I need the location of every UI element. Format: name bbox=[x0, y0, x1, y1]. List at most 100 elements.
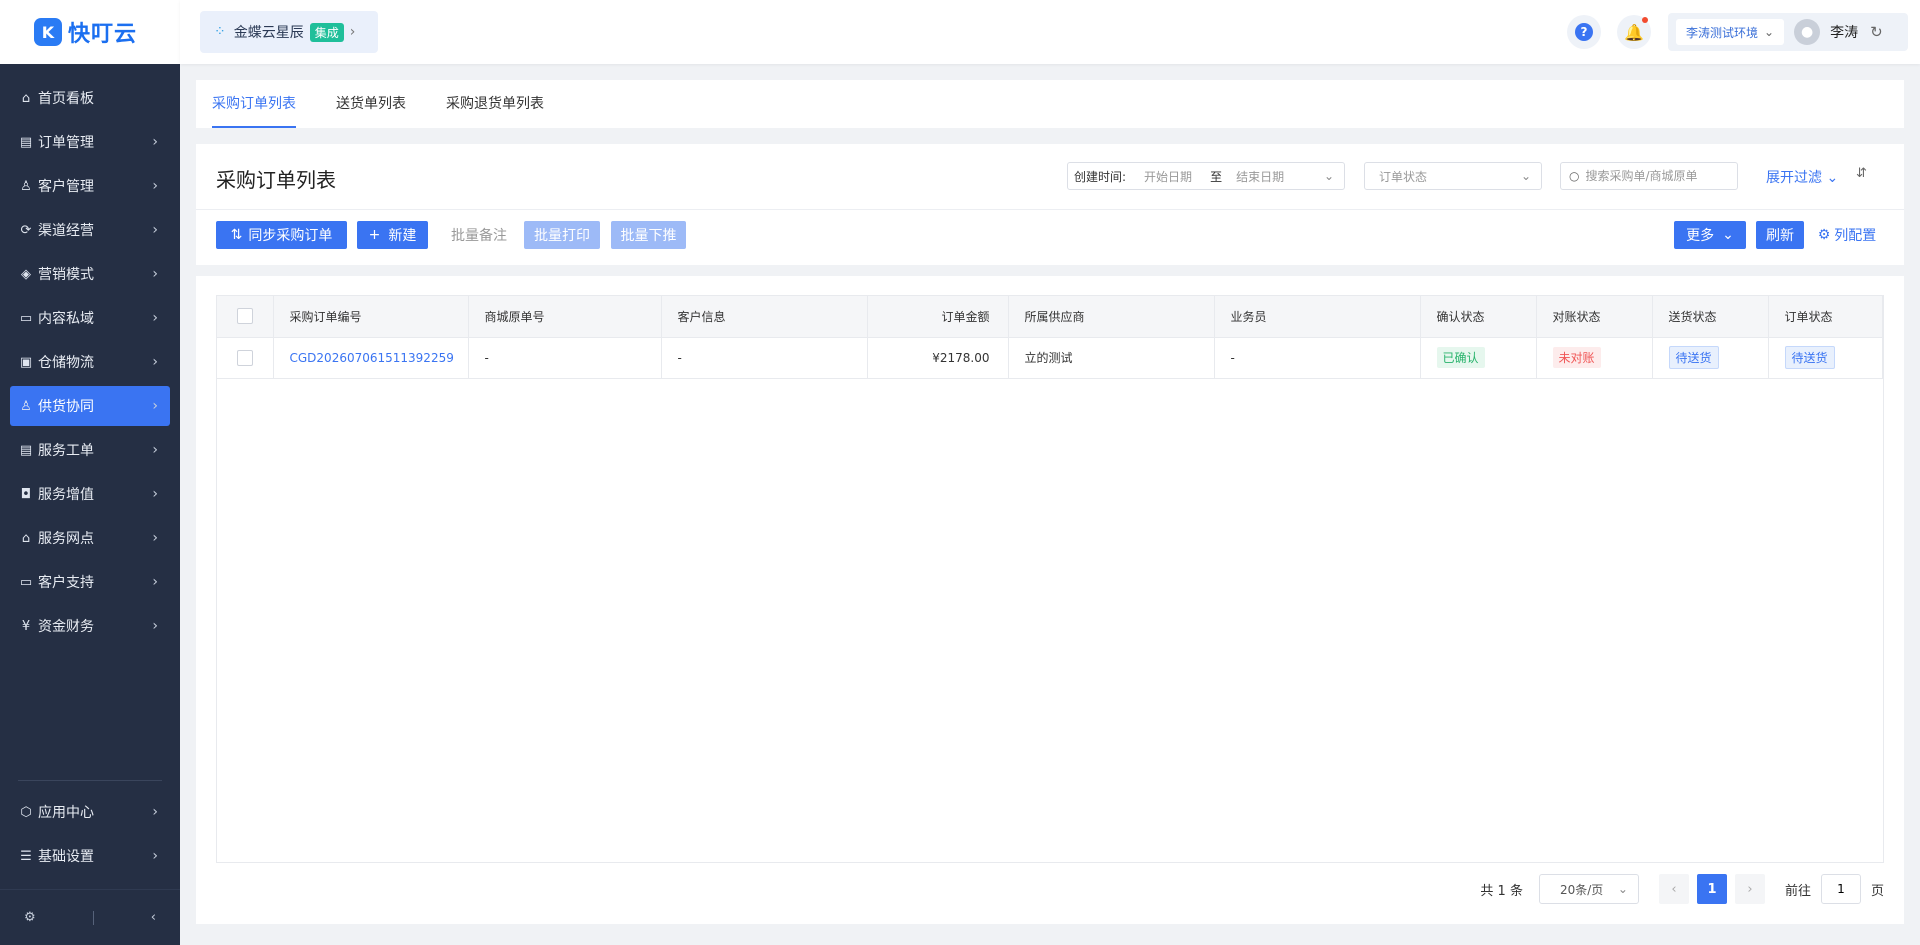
tab-purchase-orders[interactable]: 采购订单列表 bbox=[212, 80, 296, 128]
sidebar-item-channel[interactable]: ⟳ 渠道经营 › bbox=[10, 210, 170, 250]
sidebar-item-value-added[interactable]: ◘ 服务增值 › bbox=[10, 474, 170, 514]
avatar[interactable]: ● bbox=[1794, 19, 1821, 45]
more-button[interactable]: 更多 ⌄ bbox=[1674, 221, 1746, 249]
notification-dot bbox=[1642, 17, 1648, 23]
tab-delivery-notes[interactable]: 送货单列表 bbox=[336, 80, 406, 128]
more-label: 更多 bbox=[1686, 228, 1715, 244]
gear-icon[interactable]: ⚙ bbox=[24, 910, 36, 925]
notification-button[interactable]: 🔔 bbox=[1617, 15, 1651, 49]
table-header-row: 采购订单编号 商城原单号 客户信息 订单金额 所属供应商 业务员 确认状态 对账… bbox=[217, 296, 1883, 338]
sidebar-item-label: 营销模式 bbox=[38, 267, 94, 283]
sidebar-item-app-center[interactable]: ⬡ 应用中心 › bbox=[10, 792, 170, 832]
ticket-icon: ▤ bbox=[19, 442, 33, 458]
chevron-right-icon: › bbox=[152, 266, 158, 282]
sidebar-item-warehouse[interactable]: ▣ 仓储物流 › bbox=[10, 342, 170, 382]
order-status-select[interactable]: 订单状态 ⌄ bbox=[1364, 162, 1542, 190]
page-number-current[interactable]: 1 bbox=[1696, 874, 1727, 904]
sidebar-nav: ⌂ 首页看板 ▤ 订单管理 › ♙ 客户管理 › ⟳ 渠道经营 › ◈ 营销模式 › ▭ 内容私域 ›… bbox=[0, 78, 180, 646]
search-input[interactable] bbox=[1585, 169, 1726, 183]
yuan-icon: ¥ bbox=[21, 618, 31, 634]
salesman-cell: - bbox=[1214, 337, 1421, 379]
sidebar-footer: ⚙ ‹ bbox=[0, 889, 180, 945]
tab-purchase-returns[interactable]: 采购退货单列表 bbox=[446, 80, 544, 128]
env-select[interactable]: 李涛测试环境 ⌄ bbox=[1676, 19, 1785, 45]
sidebar-item-label: 内容私域 bbox=[38, 311, 94, 327]
sidebar-item-settings[interactable]: ☰ 基础设置 › bbox=[10, 836, 170, 876]
expand-filter-button[interactable]: 展开过滤 ⌄ bbox=[1766, 167, 1838, 187]
col-amount: 订单金额 bbox=[867, 296, 1009, 338]
sidebar-item-label: 仓储物流 bbox=[38, 355, 94, 371]
logo-mark-icon: K bbox=[34, 18, 62, 46]
sidebar-item-support[interactable]: ▭ 客户支持 › bbox=[10, 562, 170, 602]
select-all-checkbox[interactable] bbox=[236, 308, 253, 325]
plus-icon: + bbox=[368, 227, 381, 243]
page-size-value: 20条/页 bbox=[1559, 882, 1604, 897]
next-page-button[interactable]: › bbox=[1734, 874, 1765, 904]
sync-orders-button[interactable]: ⇅ 同步采购订单 bbox=[216, 221, 347, 249]
sidebar-item-home[interactable]: ⌂ 首页看板 bbox=[10, 78, 170, 118]
pagination: 共 1 条 20条/页 ⌄ ‹ 1 › 前往 页 bbox=[1480, 874, 1884, 904]
sidebar-item-marketing[interactable]: ◈ 营销模式 › bbox=[10, 254, 170, 294]
batch-print-button[interactable]: 批量打印 bbox=[524, 221, 600, 249]
footer-separator bbox=[92, 910, 94, 925]
customer-cell: - bbox=[661, 337, 868, 379]
page-title: 采购订单列表 bbox=[216, 168, 336, 192]
table-row: CGD202607061511392259 - - ¥2178.00 立的测试 … bbox=[217, 337, 1883, 379]
select-all-cell bbox=[217, 296, 274, 338]
sidebar-bottom-nav: ⬡ 应用中心 › ☰ 基础设置 › bbox=[0, 792, 180, 880]
page-unit-label: 页 bbox=[1870, 883, 1884, 899]
chevron-right-icon: › bbox=[152, 486, 158, 502]
order-status-badge: 待送货 bbox=[1784, 346, 1835, 369]
refresh-icon[interactable]: ↻ bbox=[1870, 23, 1883, 41]
delivery-status-cell: 待送货 bbox=[1652, 337, 1769, 379]
column-config-button[interactable]: ⚙ 列配置 bbox=[1812, 221, 1882, 249]
row-checkbox[interactable] bbox=[236, 349, 253, 366]
logo[interactable]: K 快叮云 bbox=[0, 0, 180, 64]
goto-page-input[interactable] bbox=[1820, 874, 1861, 904]
start-date-input[interactable]: 开始日期 bbox=[1144, 168, 1192, 185]
orders-table: 采购订单编号 商城原单号 客户信息 订单金额 所属供应商 业务员 确认状态 对账… bbox=[217, 296, 1883, 379]
chevron-right-icon: › bbox=[152, 618, 158, 634]
user-name[interactable]: 李涛 bbox=[1830, 22, 1858, 42]
new-order-button[interactable]: + 新建 bbox=[357, 221, 428, 249]
prev-page-button[interactable]: ‹ bbox=[1658, 874, 1689, 904]
confirm-status-badge: 已确认 bbox=[1436, 347, 1485, 368]
toolbar-divider bbox=[196, 209, 1904, 210]
sidebar-item-orders[interactable]: ▤ 订单管理 › bbox=[10, 122, 170, 162]
sidebar-item-customers[interactable]: ♙ 客户管理 › bbox=[10, 166, 170, 206]
row-select-cell bbox=[217, 337, 274, 379]
sidebar-divider bbox=[18, 780, 162, 781]
collapse-sidebar-icon[interactable]: ‹ bbox=[151, 910, 156, 925]
help-button[interactable]: ? bbox=[1567, 15, 1601, 49]
col-confirm-status: 确认状态 bbox=[1420, 296, 1537, 338]
date-range-filter[interactable]: 创建时间: 开始日期 至 结束日期 ⌄ bbox=[1067, 162, 1345, 190]
bell-icon: 🔔 bbox=[1624, 22, 1644, 42]
app-icon: ⬡ bbox=[20, 804, 32, 820]
image-icon: ▭ bbox=[19, 310, 33, 326]
env-label: 李涛测试环境 bbox=[1686, 25, 1759, 40]
integration-chip[interactable]: ⁘ 金蝶云星辰 集成 › bbox=[200, 11, 378, 53]
chevron-right-icon: › bbox=[152, 310, 158, 326]
sidebar-item-tickets[interactable]: ▤ 服务工单 › bbox=[10, 430, 170, 470]
page-size-select[interactable]: 20条/页 ⌄ bbox=[1538, 874, 1639, 904]
search-box[interactable]: ○ bbox=[1560, 162, 1738, 190]
logo-text: 快叮云 bbox=[68, 22, 138, 47]
batch-note-button[interactable]: 批量备注 bbox=[438, 221, 520, 249]
end-date-input[interactable]: 结束日期 bbox=[1236, 168, 1284, 185]
sort-icon[interactable]: ⇵ bbox=[1856, 166, 1867, 181]
sidebar-item-finance[interactable]: ¥ 资金财务 › bbox=[10, 606, 170, 646]
sidebar-item-supply[interactable]: ♙ 供货协同 › bbox=[10, 386, 170, 426]
chevron-down-icon: ⌄ bbox=[1764, 25, 1775, 39]
sidebar-item-outlets[interactable]: ⌂ 服务网点 › bbox=[10, 518, 170, 558]
refresh-button[interactable]: 刷新 bbox=[1756, 221, 1804, 249]
total-count: 共 1 条 bbox=[1480, 883, 1523, 899]
top-header: ⁘ 金蝶云星辰 集成 › ? 🔔 李涛测试环境 ⌄ ● 李涛 ↻ bbox=[180, 0, 1920, 64]
chevron-right-icon: › bbox=[152, 442, 158, 458]
settings-icon: ☰ bbox=[20, 848, 32, 864]
integration-logo-icon: ⁘ bbox=[214, 24, 226, 40]
support-icon: ▭ bbox=[19, 574, 33, 590]
batch-push-button[interactable]: 批量下推 bbox=[611, 221, 686, 249]
order-no-link[interactable]: CGD202607061511392259 bbox=[290, 351, 454, 365]
sidebar-item-content[interactable]: ▭ 内容私域 › bbox=[10, 298, 170, 338]
col-order-status: 订单状态 bbox=[1768, 296, 1883, 338]
